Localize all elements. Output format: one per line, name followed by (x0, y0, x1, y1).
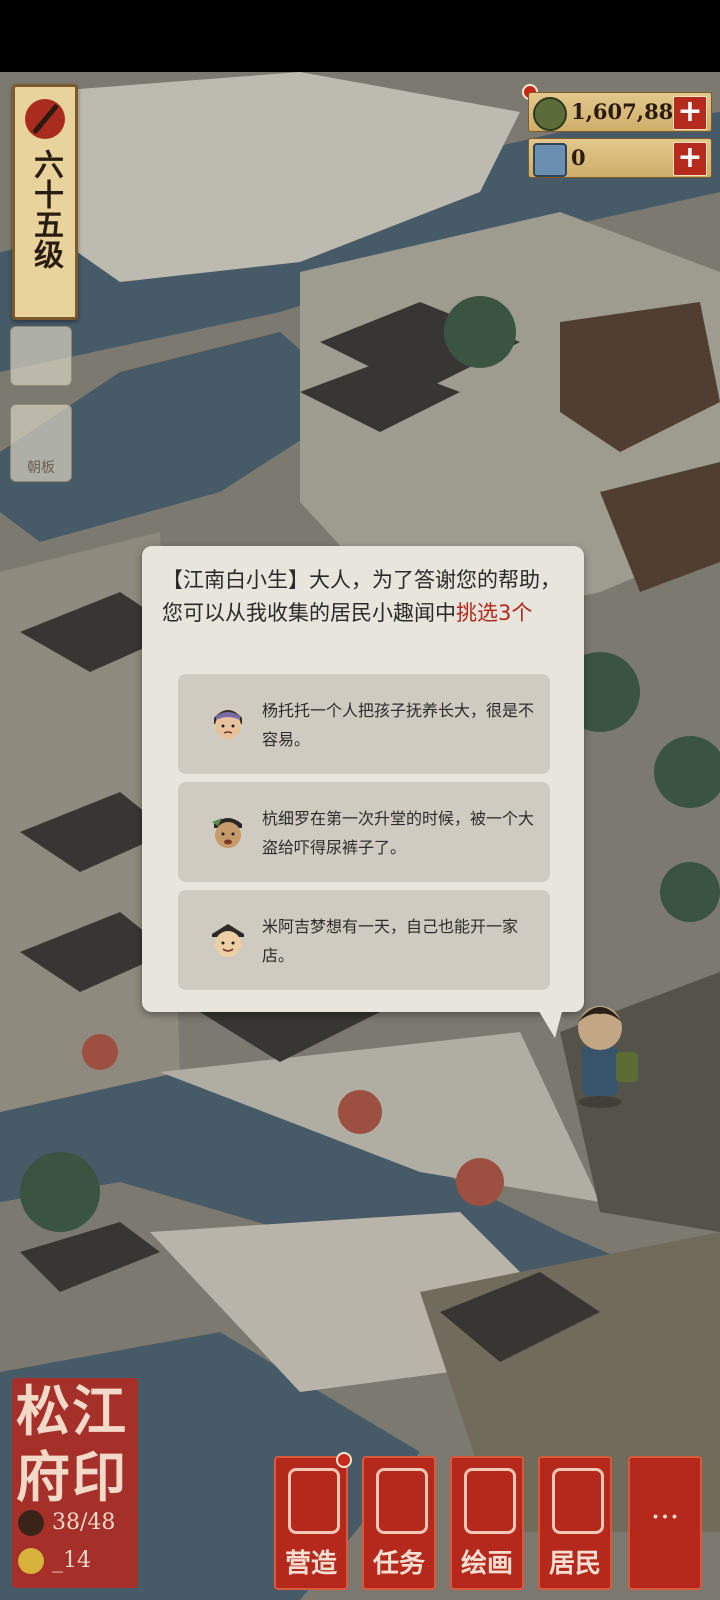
side-chat-button[interactable] (10, 326, 72, 386)
build-icon (288, 1468, 340, 1534)
residents-icon (552, 1468, 604, 1534)
anecdote-dialog: 【江南白小生】大人，为了答谢您的帮助，您可以从我收集的居民小趣闻中挑选3个 杨托… (142, 546, 584, 1012)
add-coin-button[interactable]: + (673, 96, 707, 130)
nav-more-button[interactable]: ··· (628, 1456, 702, 1590)
dialog-highlight: 挑选3个 (456, 601, 533, 625)
jade-icon (533, 143, 567, 177)
jade-value: 0 (571, 145, 586, 170)
man-avatar-icon (212, 818, 242, 848)
woman-avatar-icon (214, 710, 242, 739)
anecdote-text: 杭细罗在第一次升堂的时候，被一个大盗给吓得尿裤子了。 (262, 809, 535, 857)
level-badge[interactable]: 六十五级 (12, 84, 78, 320)
add-jade-button[interactable]: + (673, 142, 707, 176)
count-row: _14 (18, 1548, 91, 1574)
nav-tasks-label: 任务 (372, 1549, 425, 1579)
copper-coin-value: 1,607,882 (571, 99, 688, 124)
anecdote-option[interactable]: 米阿吉梦想有一天，自己也能开一家店。 (178, 890, 550, 990)
side-court-label: 朝板 (27, 460, 55, 476)
boy-avatar-icon (212, 924, 244, 957)
nav-residents-label: 居民 (548, 1549, 601, 1579)
dialog-tail (537, 1008, 563, 1038)
nav-residents-button[interactable]: 居民 (538, 1456, 612, 1590)
nav-tasks-button[interactable]: 任务 (362, 1456, 436, 1590)
nav-build-label: 营造 (284, 1549, 337, 1579)
status-bar (0, 0, 720, 72)
count-value: _14 (52, 1548, 91, 1573)
population-icon (18, 1510, 44, 1536)
prefecture-seal[interactable]: 松江府印 38/48 _14 (12, 1378, 138, 1588)
notification-dot (336, 1452, 352, 1468)
gold-face-icon (18, 1548, 44, 1574)
nav-painting-button[interactable]: 绘画 (450, 1456, 524, 1590)
population-row: 38/48 (18, 1510, 115, 1536)
seal-title: 松江府印 (16, 1379, 128, 1509)
side-court-button[interactable]: 朝板 (10, 404, 72, 482)
tasks-icon (376, 1468, 428, 1534)
dialog-speaker: 【江南白小生】 (162, 568, 309, 592)
jade-counter: 0 + (528, 138, 712, 178)
nav-painting-label: 绘画 (460, 1549, 513, 1579)
copper-coin-icon (533, 97, 567, 131)
anecdote-option[interactable]: 杨托托一个人把孩子抚养长大，很是不容易。 (178, 674, 550, 774)
nav-build-button[interactable]: 营造 (274, 1452, 352, 1590)
anecdote-text: 杨托托一个人把孩子抚养长大，很是不容易。 (262, 701, 535, 749)
anecdote-option[interactable]: 杭细罗在第一次升堂的时候，被一个大盗给吓得尿裤子了。 (178, 782, 550, 882)
anecdote-text: 米阿吉梦想有一天，自己也能开一家店。 (262, 917, 519, 965)
copper-coin-counter: 1,607,882 + (528, 92, 712, 132)
brush-seal-icon (25, 99, 65, 139)
level-label: 六十五级 (28, 149, 63, 269)
painting-icon (464, 1468, 516, 1534)
dialog-message: 【江南白小生】大人，为了答谢您的帮助，您可以从我收集的居民小趣闻中挑选3个 (162, 564, 566, 630)
population-value: 38/48 (52, 1510, 116, 1535)
